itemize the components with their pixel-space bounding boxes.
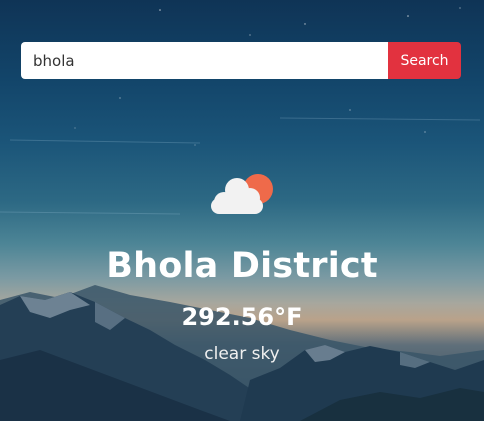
city-name: Bhola District bbox=[106, 246, 378, 286]
search-button[interactable]: Search bbox=[388, 42, 461, 79]
cloud-sun-icon bbox=[206, 170, 278, 220]
temperature: 292.56°F bbox=[181, 303, 303, 331]
weather-description: clear sky bbox=[204, 344, 280, 364]
search-input[interactable] bbox=[21, 42, 388, 79]
search-bar: Search bbox=[21, 42, 461, 79]
